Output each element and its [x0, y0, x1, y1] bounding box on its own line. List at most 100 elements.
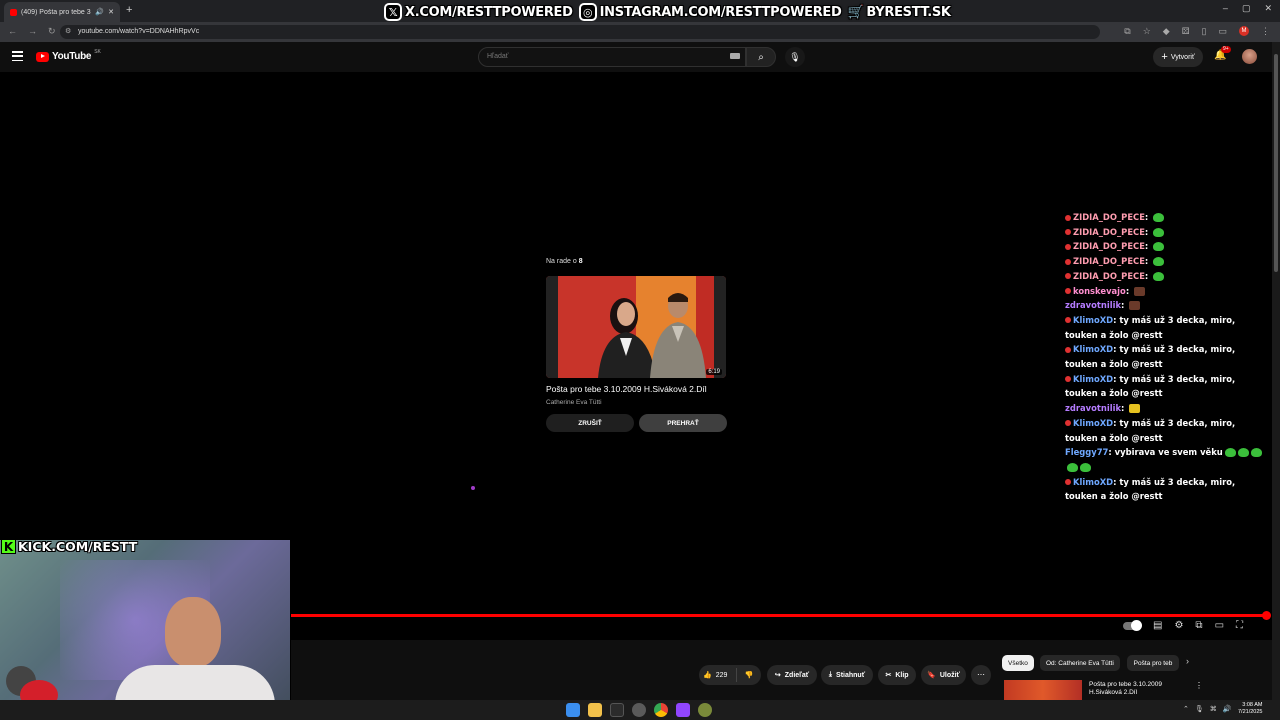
- kick-link-overlay: K KICK.COM/RESTT: [1, 539, 137, 554]
- bookmark-icon: 🔖: [927, 672, 936, 679]
- x-link-overlay: 𝕏 X.COM/RESTTPOWERED: [384, 3, 573, 21]
- hamburger-menu-icon[interactable]: [12, 51, 23, 61]
- player-controls: ▤ ⚙ ⧉ ▭ ⛶: [1123, 620, 1243, 631]
- puzzle-icon[interactable]: ⚄: [1182, 26, 1190, 37]
- app-icon[interactable]: [632, 703, 646, 717]
- thumbs-up-icon: 👍: [703, 672, 712, 679]
- tray-chevron-icon[interactable]: ⌃: [1183, 705, 1189, 713]
- chip-from-channel[interactable]: Od: Catherine Eva Tütti: [1040, 655, 1120, 671]
- chat-message: ZIDIA_DO_PECE:: [1065, 254, 1270, 269]
- download-icon: ⤓: [828, 671, 833, 678]
- forward-icon[interactable]: →: [28, 26, 37, 37]
- start-windows-icon[interactable]: [566, 703, 580, 717]
- install-app-icon[interactable]: ⧉: [1124, 26, 1130, 37]
- save-button[interactable]: 🔖 Uložiť: [921, 665, 966, 685]
- webcam-feed: [0, 540, 290, 720]
- dislike-button[interactable]: 👎: [737, 671, 761, 679]
- scrollbar-thumb[interactable]: [1274, 54, 1278, 272]
- miniplayer-icon[interactable]: ⧉: [1195, 620, 1202, 631]
- chrome-icon[interactable]: [654, 703, 668, 717]
- chat-username: ZIDIA_DO_PECE: [1073, 256, 1145, 267]
- file-explorer-icon[interactable]: [588, 703, 602, 717]
- voice-search-button[interactable]: 🎙: [785, 47, 805, 67]
- sidepanel-icon[interactable]: ▯: [1202, 26, 1207, 37]
- search-input[interactable]: Hľadať: [478, 47, 746, 67]
- share-button[interactable]: ↪ Zdieľať: [767, 665, 817, 685]
- create-button[interactable]: + Vytvoriť: [1153, 47, 1203, 67]
- system-tray: ⌃ 🎙 ⌘ 🔊: [1183, 705, 1231, 713]
- profile-icon[interactable]: ▭: [1218, 26, 1227, 37]
- fullscreen-icon[interactable]: ⛶: [1236, 620, 1243, 631]
- theater-mode-icon[interactable]: ▭: [1215, 620, 1224, 631]
- volume-icon[interactable]: 🔊: [1223, 705, 1232, 713]
- search-button[interactable]: ⌕: [746, 47, 776, 67]
- close-window-button[interactable]: ✕: [1264, 3, 1272, 14]
- chat-badge-icon: [1065, 229, 1071, 236]
- profile-avatar-icon[interactable]: M: [1239, 26, 1249, 36]
- keyboard-icon[interactable]: [730, 53, 740, 59]
- bookmark-star-icon[interactable]: ☆: [1143, 26, 1151, 37]
- cancel-autoplay-button[interactable]: ZRUŠIŤ: [546, 414, 634, 432]
- progress-scrubber[interactable]: [1262, 611, 1271, 620]
- clip-button[interactable]: ✂ Klip: [878, 665, 916, 685]
- chat-message: KlimoXD: ty máš už 3 decka, miro, touken…: [1065, 476, 1236, 502]
- video-progress-bar[interactable]: [291, 614, 1268, 617]
- thumbnail-image: [546, 276, 726, 378]
- up-next-channel[interactable]: Catherine Eva Tütti: [546, 399, 602, 406]
- chat-emote-icon: [1153, 242, 1165, 252]
- chat-username: zdravotnilik: [1065, 300, 1122, 311]
- taskbar-clock[interactable]: 3:08 AM 7/21/2025: [1238, 702, 1262, 716]
- site-info-icon[interactable]: ⚙: [65, 25, 71, 39]
- maximize-button[interactable]: ▢: [1242, 3, 1251, 14]
- tab-close-icon[interactable]: ✕: [108, 8, 114, 16]
- settings-gear-icon[interactable]: ⚙: [1174, 620, 1183, 631]
- recommended-thumbnail[interactable]: [1004, 680, 1082, 700]
- mic-tray-icon[interactable]: 🎙: [1195, 705, 1204, 713]
- youtube-logo[interactable]: YouTube SK: [36, 49, 101, 62]
- chips-next-arrow-icon[interactable]: ›: [1186, 656, 1189, 666]
- speaker-icon[interactable]: 🔊: [95, 8, 104, 16]
- extension-icon[interactable]: ◆: [1163, 26, 1170, 37]
- video-duration: 6:19: [706, 369, 722, 375]
- up-next-video-title[interactable]: Pošta pro tebe 3.10.2009 H.Siváková 2.Dí…: [546, 384, 728, 394]
- obs-icon[interactable]: [698, 703, 712, 717]
- recommended-title[interactable]: Pošta pro tebe 3.10.2009 H.Siváková 2.Dí…: [1089, 681, 1189, 697]
- back-icon[interactable]: ←: [8, 26, 17, 37]
- network-icon[interactable]: ⌘: [1210, 705, 1217, 713]
- recommended-more-icon[interactable]: ⋮: [1195, 681, 1203, 690]
- browser-menu-icon[interactable]: ⋮: [1261, 26, 1270, 37]
- chat-emote-icon: [1153, 257, 1165, 267]
- chip-all[interactable]: Všetko: [1002, 655, 1034, 671]
- subtitles-icon[interactable]: ▤: [1153, 620, 1162, 631]
- browser-tab[interactable]: (409) Pošta pro tebe 3.10.2 🔊 ✕: [4, 2, 120, 22]
- chat-emote-icon: [1080, 462, 1091, 472]
- new-tab-button[interactable]: +: [126, 4, 132, 16]
- taskbar-apps: [566, 703, 712, 717]
- chat-message: Fleggy77: vybirava ve svem věku: [1065, 445, 1270, 474]
- windows-taskbar: ⌃ 🎙 ⌘ 🔊 3:08 AM 7/21/2025: [0, 700, 1280, 720]
- download-button[interactable]: ⤓ Stiahnuť: [821, 665, 873, 685]
- like-dislike-group: 👍 229 👎: [699, 665, 761, 685]
- terminal-icon[interactable]: [610, 703, 624, 717]
- autoplay-toggle[interactable]: [1123, 620, 1142, 631]
- minimize-button[interactable]: –: [1223, 3, 1228, 14]
- chat-username: ZIDIA_DO_PECE: [1073, 241, 1145, 252]
- youtube-header: YouTube SK Hľadať ⌕ 🎙 + Vytvoriť 🔔 9+: [0, 42, 1272, 72]
- account-avatar[interactable]: [1242, 49, 1257, 64]
- page-scrollbar[interactable]: [1272, 42, 1280, 700]
- like-count: 229: [715, 671, 728, 679]
- chat-badge-icon: [1065, 376, 1071, 383]
- chip-related[interactable]: Pošta pro teb: [1127, 655, 1179, 671]
- up-next-card: Na rade o 8 6:19 Pošta pro tebe 3.10.200…: [546, 258, 728, 432]
- address-bar[interactable]: ⚙ youtube.com/watch?v=DDNAHhRpvVc: [60, 25, 1100, 39]
- chat-badge-icon: [1065, 243, 1071, 250]
- more-actions-button[interactable]: ⋯: [971, 665, 991, 685]
- stream-chat-overlay: ZIDIA_DO_PECE: ZIDIA_DO_PECE: ZIDIA_DO_P…: [1065, 210, 1270, 504]
- twitch-icon[interactable]: [676, 703, 690, 717]
- chat-emote-icon: [1153, 227, 1165, 237]
- play-now-button[interactable]: PREHRAŤ: [639, 414, 727, 432]
- up-next-thumbnail[interactable]: 6:19: [546, 276, 726, 378]
- tab-title: (409) Pošta pro tebe 3.10.2: [21, 8, 91, 16]
- reload-icon[interactable]: ↻: [48, 26, 56, 37]
- like-button[interactable]: 👍 229: [699, 668, 737, 682]
